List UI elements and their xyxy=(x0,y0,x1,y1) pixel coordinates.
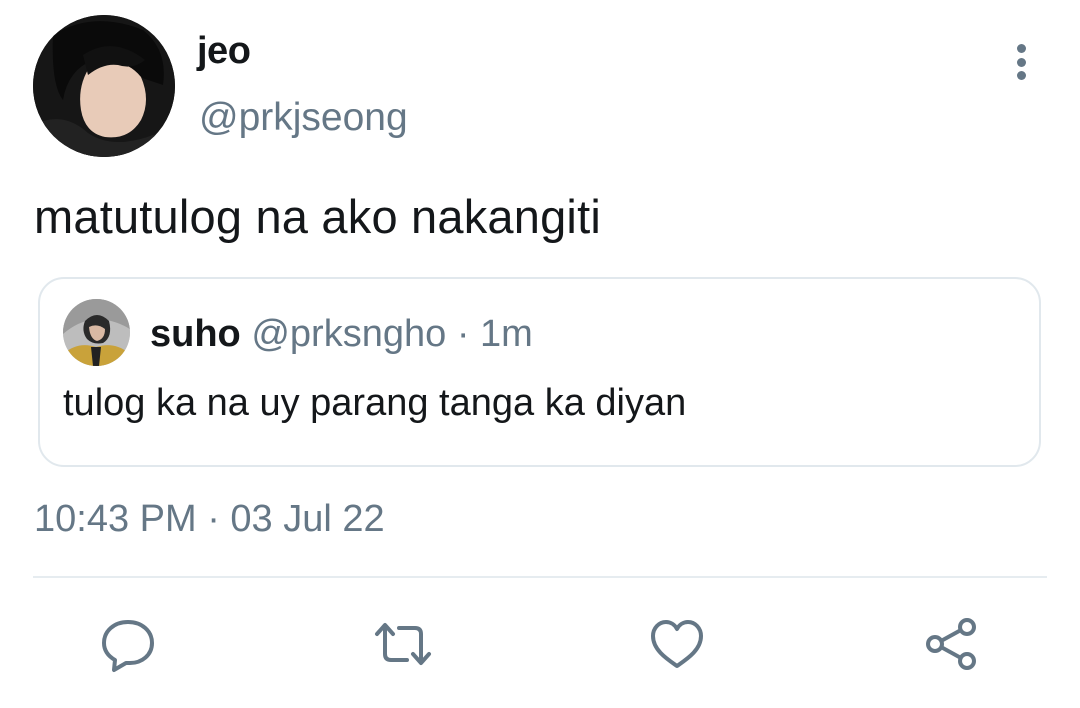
author-name[interactable]: jeo xyxy=(197,30,251,73)
quoted-tweet-card[interactable] xyxy=(38,277,1041,467)
like-button[interactable] xyxy=(647,614,707,674)
like-icon xyxy=(651,620,703,668)
quoted-author-handle[interactable]: @prksngho xyxy=(251,313,446,355)
more-options-icon[interactable] xyxy=(1006,42,1036,82)
tweet-text: matutulog na ako nakangiti xyxy=(34,190,601,243)
quoted-author-avatar[interactable] xyxy=(63,299,130,366)
reply-button[interactable] xyxy=(98,614,158,674)
author-handle[interactable]: @prkjseong xyxy=(199,96,408,140)
author-avatar-image xyxy=(33,15,175,157)
retweet-icon xyxy=(375,623,431,665)
quoted-author-avatar-image xyxy=(63,299,130,366)
reply-icon xyxy=(102,620,154,672)
share-icon xyxy=(926,618,976,670)
retweet-button[interactable] xyxy=(373,614,433,674)
author-avatar[interactable] xyxy=(33,15,175,157)
quoted-tweet-header: suho @prksngho · 1m xyxy=(150,313,533,356)
quoted-tweet-text: tulog ka na uy parang tanga ka diyan xyxy=(63,382,687,424)
divider xyxy=(33,576,1047,578)
quoted-author-name[interactable]: suho xyxy=(150,313,241,355)
share-button[interactable] xyxy=(922,614,982,674)
meta-separator: · xyxy=(456,313,470,355)
tweet-timestamp[interactable]: 10:43 PM · 03 Jul 22 xyxy=(34,498,385,541)
quoted-tweet-age: 1m xyxy=(480,313,533,355)
